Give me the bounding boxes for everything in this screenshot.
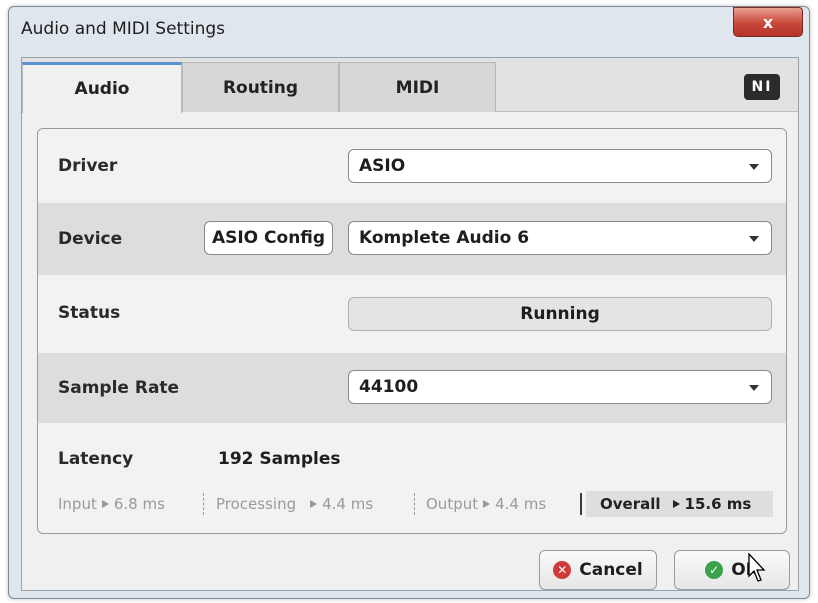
settings-window: Audio and MIDI Settings x Audio Routing … — [8, 6, 810, 599]
play-arrow-icon — [483, 500, 491, 508]
checkmark-icon: ✓ — [705, 561, 724, 579]
sample-rate-row: Sample Rate 44100 — [38, 353, 786, 423]
asio-config-button[interactable]: ASIO Config — [204, 221, 333, 255]
overall-latency-label: Overall — [600, 495, 661, 513]
overall-latency-value: 15.6 ms — [684, 495, 752, 513]
processing-latency-label: Processing — [216, 495, 297, 513]
sample-rate-label: Sample Rate — [58, 378, 180, 398]
device-value: Komplete Audio 6 — [359, 228, 530, 248]
input-latency: Input 6.8 ms — [58, 491, 165, 517]
divider — [203, 493, 204, 515]
divider — [414, 493, 415, 515]
latency-breakdown: Input 6.8 ms Processing 4.4 ms Output 4.… — [58, 491, 773, 519]
tab-midi[interactable]: MIDI — [339, 62, 496, 112]
device-label: Device — [58, 229, 123, 249]
driver-label: Driver — [58, 156, 118, 176]
device-dropdown[interactable]: Komplete Audio 6 — [348, 221, 772, 255]
tab-audio[interactable]: Audio — [22, 62, 182, 113]
play-arrow-icon — [101, 500, 109, 508]
driver-dropdown[interactable]: ASIO — [348, 149, 772, 183]
window-title: Audio and MIDI Settings — [21, 19, 226, 39]
output-latency: Output 4.4 ms — [426, 491, 546, 517]
cancel-label: Cancel — [579, 560, 643, 580]
processing-latency: Processing 4.4 ms — [216, 491, 373, 517]
cancel-button[interactable]: ✕ Cancel — [539, 550, 657, 590]
mouse-cursor-icon — [748, 553, 766, 582]
output-latency-value: 4.4 ms — [495, 495, 547, 513]
overall-latency: Overall 15.6 ms — [586, 491, 773, 517]
cancel-icon: ✕ — [553, 561, 572, 579]
status-row: Status Running — [38, 275, 786, 353]
status-label: Status — [58, 303, 121, 323]
close-icon: x — [762, 12, 774, 32]
close-button[interactable]: x — [733, 7, 803, 37]
status-indicator: Running — [348, 297, 772, 331]
play-arrow-icon — [672, 500, 680, 508]
device-row: Device ASIO Config Komplete Audio 6 — [38, 203, 786, 275]
chevron-down-icon — [749, 164, 759, 170]
sample-rate-value: 44100 — [359, 377, 419, 397]
chevron-down-icon — [749, 385, 759, 391]
chevron-down-icon — [749, 236, 759, 242]
driver-value: ASIO — [359, 156, 406, 176]
tab-routing[interactable]: Routing — [182, 62, 339, 112]
latency-label: Latency — [58, 449, 134, 469]
processing-latency-value: 4.4 ms — [322, 495, 374, 513]
input-latency-value: 6.8 ms — [113, 495, 165, 513]
native-instruments-logo-icon: NI — [744, 74, 780, 100]
dialog-client: Audio Routing MIDI NI Driver ASIO Device… — [21, 57, 799, 591]
title-bar: Audio and MIDI Settings x — [9, 7, 809, 59]
latency-value: 192 Samples — [218, 449, 341, 469]
tab-bar: Audio Routing MIDI NI — [22, 58, 798, 113]
driver-row: Driver ASIO — [38, 129, 786, 203]
audio-settings-panel: Driver ASIO Device ASIO Config Komplete … — [37, 128, 787, 534]
output-latency-label: Output — [426, 495, 479, 513]
play-arrow-icon — [310, 500, 318, 508]
divider — [580, 493, 582, 515]
input-latency-label: Input — [58, 495, 97, 513]
ok-button[interactable]: ✓ OK — [674, 550, 790, 590]
sample-rate-dropdown[interactable]: 44100 — [348, 370, 772, 404]
